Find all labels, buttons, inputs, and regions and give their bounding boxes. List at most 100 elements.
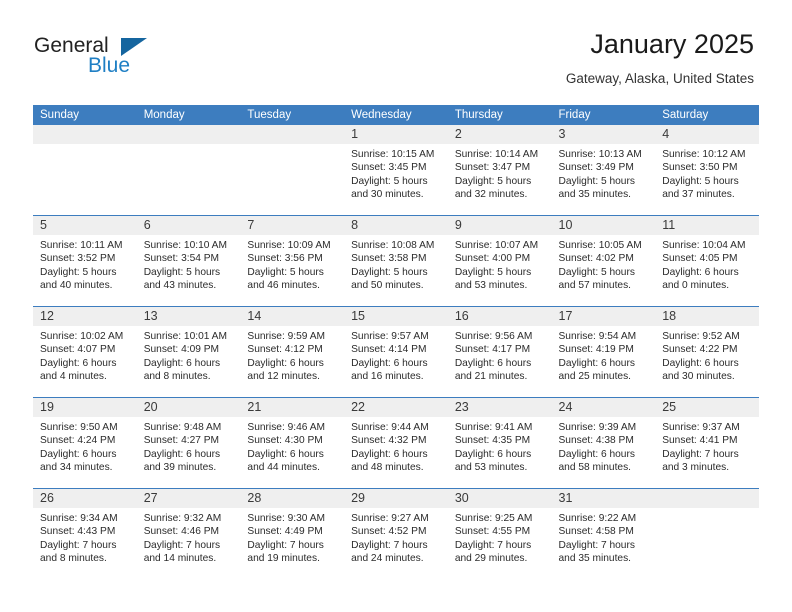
calendar-day-cell[interactable]: 28 Sunrise: 9:30 AM Sunset: 4:49 PM Dayligh… [240,488,345,579]
calendar-day-cell[interactable]: 16 Sunrise: 9:56 AM Sunset: 4:17 PM Dayligh… [447,306,552,398]
calendar-day-cell[interactable]: 23 Sunrise: 9:41 AM Sunset: 4:35 PM Dayligh… [447,397,552,489]
calendar-day-cell[interactable]: 2 Sunrise: 10:14 AM Sunset: 3:47 PM Dayligh… [447,125,552,216]
day-details: Sunrise: 9:48 AM Sunset: 4:27 PM Daylight:… [137,417,241,475]
sunset-time: Sunset: 4:46 PM [143,526,220,538]
calendar-day-cell[interactable]: 14 Sunrise: 9:59 AM Sunset: 4:12 PM Dayligh… [240,306,345,398]
calendar-day-cell[interactable]: 10 Sunrise: 10:05 AM Sunset: 4:02 PM Daylig… [551,215,656,307]
calendar-day-cell[interactable]: 3 Sunrise: 10:13 AM Sunset: 3:49 PM Dayligh… [551,125,656,216]
calendar-day-cell[interactable]: 22 Sunrise: 9:44 AM Sunset: 4:32 PM Dayligh… [344,397,448,489]
sunrise-time: Sunrise: 9:22 AM [558,513,637,524]
day-cell-content: 30 Sunrise: 9:25 AM Sunset: 4:55 PM Dayligh… [447,489,552,579]
sunrise-time: Sunrise: 9:37 AM [662,422,740,433]
calendar-week-row: 26 Sunrise: 9:34 AM Sunset: 4:43 PM Dayligh… [33,488,759,579]
day-details: Sunrise: 9:22 AM Sunset: 4:58 PM Daylight:… [552,508,656,566]
day-number: 19 [33,398,137,417]
sunrise-time: Sunrise: 9:54 AM [558,331,637,342]
day-details: Sunrise: 9:41 AM Sunset: 4:35 PM Daylight:… [448,417,552,475]
day-number: 5 [33,216,137,235]
calendar-day-cell[interactable]: 24 Sunrise: 9:39 AM Sunset: 4:38 PM Dayligh… [551,397,656,489]
calendar-day-cell[interactable]: 26 Sunrise: 9:34 AM Sunset: 4:43 PM Dayligh… [33,488,137,579]
day-cell-content: 29 Sunrise: 9:27 AM Sunset: 4:52 PM Dayligh… [344,489,448,579]
day-cell-content: 23 Sunrise: 9:41 AM Sunset: 4:35 PM Dayligh… [447,398,552,488]
calendar-day-cell[interactable]: 18 Sunrise: 9:52 AM Sunset: 4:22 PM Dayligh… [655,306,759,398]
calendar-day-cell[interactable]: 20 Sunrise: 9:48 AM Sunset: 4:27 PM Dayligh… [136,397,241,489]
calendar-day-cell[interactable]: 11 Sunrise: 10:04 AM Sunset: 4:05 PM Daylig… [655,215,759,307]
day-details: Sunrise: 9:32 AM Sunset: 4:46 PM Daylight:… [137,508,241,566]
daylight-duration-line1: Daylight: 5 hours [40,266,117,278]
calendar-day-cell[interactable]: 9 Sunrise: 10:07 AM Sunset: 4:00 PM Dayligh… [447,215,552,307]
daylight-duration-line1: Daylight: 7 hours [247,539,324,551]
calendar-day-cell[interactable]: 21 Sunrise: 9:46 AM Sunset: 4:30 PM Dayligh… [240,397,345,489]
calendar-day-cell[interactable]: 30 Sunrise: 9:25 AM Sunset: 4:55 PM Dayligh… [447,488,552,579]
day-number: 16 [447,307,552,326]
sunset-time: Sunset: 4:43 PM [40,526,116,538]
daylight-duration-line1: Daylight: 7 hours [143,539,221,551]
daylight-duration-line2: and 58 minutes. [558,462,632,474]
calendar-day-cell[interactable]: 7 Sunrise: 10:09 AM Sunset: 3:56 PM Dayligh… [240,215,345,307]
day-cell-content: 12 Sunrise: 10:02 AM Sunset: 4:07 PM Daylig… [33,307,137,397]
weekday-header-row: Sunday Monday Tuesday Wednesday Thursday… [33,105,759,125]
calendar-day-cell[interactable]: 29 Sunrise: 9:27 AM Sunset: 4:52 PM Dayligh… [344,488,448,579]
day-cell-content: 25 Sunrise: 9:37 AM Sunset: 4:41 PM Dayligh… [655,398,759,488]
weekday-header-wednesday: Wednesday [344,105,448,125]
sunset-time: Sunset: 4:41 PM [662,435,738,447]
daylight-duration-line1: Daylight: 6 hours [351,448,428,460]
calendar-day-cell[interactable]: 8 Sunrise: 10:08 AM Sunset: 3:58 PM Dayligh… [344,215,448,307]
day-cell-content: 13 Sunrise: 10:01 AM Sunset: 4:09 PM Daylig… [136,307,241,397]
day-number: 8 [344,216,448,235]
calendar-day-cell[interactable]: 25 Sunrise: 9:37 AM Sunset: 4:41 PM Dayligh… [655,397,759,489]
calendar-day-cell[interactable]: 1 Sunrise: 10:15 AM Sunset: 3:45 PM Dayligh… [344,125,448,216]
day-details: Sunrise: 9:54 AM Sunset: 4:19 PM Daylight:… [552,326,656,384]
day-details: Sunrise: 10:09 AM Sunset: 3:56 PM Daylight… [240,235,344,293]
sunset-time: Sunset: 3:47 PM [454,162,531,174]
daylight-duration-line1: Daylight: 5 hours [454,175,532,187]
daylight-duration-line2: and 44 minutes. [247,462,320,474]
daylight-duration-line2: and 30 minutes. [662,371,735,383]
calendar-day-cell[interactable]: 13 Sunrise: 10:01 AM Sunset: 4:09 PM Daylig… [136,306,241,398]
page-header: General Blue January 2025 Gateway, Alask… [0,0,792,105]
sunrise-time: Sunrise: 10:10 AM [143,240,227,251]
daylight-duration-line1: Daylight: 7 hours [351,539,428,551]
day-number: 12 [33,307,137,326]
daylight-duration-line2: and 24 minutes. [351,553,424,565]
daylight-duration-line2: and 19 minutes. [247,553,320,565]
daylight-duration-line2: and 46 minutes. [247,280,320,292]
sunset-time: Sunset: 4:58 PM [558,526,634,538]
sunset-time: Sunset: 4:12 PM [247,344,323,356]
day-cell-content: 21 Sunrise: 9:46 AM Sunset: 4:30 PM Dayligh… [240,398,345,488]
calendar-day-cell[interactable]: 5 Sunrise: 10:11 AM Sunset: 3:52 PM Dayligh… [33,215,137,307]
calendar-day-cell[interactable]: 15 Sunrise: 9:57 AM Sunset: 4:14 PM Dayligh… [344,306,448,398]
day-cell-content: 6 Sunrise: 10:10 AM Sunset: 3:54 PM Dayligh… [136,216,241,306]
calendar-day-cell[interactable]: 27 Sunrise: 9:32 AM Sunset: 4:46 PM Dayligh… [136,488,241,579]
calendar-day-cell[interactable]: 17 Sunrise: 9:54 AM Sunset: 4:19 PM Dayligh… [551,306,656,398]
daylight-duration-line1: Daylight: 6 hours [662,357,739,369]
daylight-duration-line2: and 35 minutes. [558,553,632,565]
day-details: Sunrise: 9:37 AM Sunset: 4:41 PM Daylight:… [655,417,759,475]
sunset-time: Sunset: 4:02 PM [558,253,634,265]
daylight-duration-line1: Daylight: 6 hours [247,448,324,460]
calendar-day-cell [655,488,759,579]
calendar-day-cell[interactable]: 4 Sunrise: 10:12 AM Sunset: 3:50 PM Dayligh… [655,125,759,216]
day-number: 28 [240,489,345,508]
day-details: Sunrise: 10:11 AM Sunset: 3:52 PM Daylight… [33,235,137,293]
sunset-time: Sunset: 4:55 PM [454,526,531,538]
day-details: Sunrise: 9:27 AM Sunset: 4:52 PM Daylight:… [344,508,448,566]
sunrise-time: Sunrise: 9:25 AM [454,513,533,524]
calendar-day-cell[interactable]: 31 Sunrise: 9:22 AM Sunset: 4:58 PM Dayligh… [551,488,656,579]
sunrise-time: Sunrise: 9:52 AM [662,331,740,342]
daylight-duration-line2: and 43 minutes. [143,280,217,292]
calendar-day-cell[interactable]: 12 Sunrise: 10:02 AM Sunset: 4:07 PM Daylig… [33,306,137,398]
day-number: 7 [240,216,345,235]
calendar-day-cell[interactable]: 6 Sunrise: 10:10 AM Sunset: 3:54 PM Dayligh… [136,215,241,307]
daylight-duration-line2: and 39 minutes. [143,462,217,474]
day-cell-content: 10 Sunrise: 10:05 AM Sunset: 4:02 PM Daylig… [551,216,656,306]
page-subtitle-location: Gateway, Alaska, United States [565,71,754,86]
daylight-duration-line2: and 4 minutes. [40,371,107,383]
daylight-duration-line2: and 40 minutes. [40,280,113,292]
daylight-duration-line2: and 35 minutes. [558,189,632,201]
daylight-duration-line1: Daylight: 6 hours [454,448,532,460]
daylight-duration-line2: and 8 minutes. [143,371,211,383]
day-number: 20 [136,398,241,417]
daylight-duration-line1: Daylight: 6 hours [558,448,635,460]
calendar-day-cell[interactable]: 19 Sunrise: 9:50 AM Sunset: 4:24 PM Dayligh… [33,397,137,489]
